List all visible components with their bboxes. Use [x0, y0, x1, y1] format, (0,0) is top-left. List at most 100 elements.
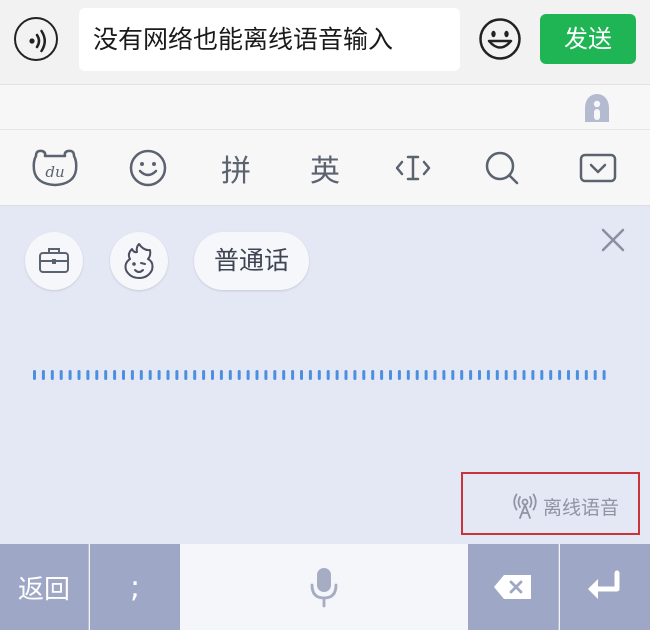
offline-voice-label: 离线语音: [543, 496, 620, 519]
wave-bar: [460, 370, 464, 380]
wave-bar: [353, 370, 357, 380]
wave-bar: [397, 370, 401, 380]
candidate-strip: [0, 85, 650, 130]
voice-record-key[interactable]: [180, 544, 468, 630]
offline-voice-badge: 离线语音: [513, 492, 619, 520]
wave-bar: [41, 370, 45, 380]
wave-bar: [531, 370, 535, 380]
close-voice-button[interactable]: [597, 224, 629, 256]
ime-toolbar: du 拼 英: [0, 130, 650, 206]
wave-bar: [59, 370, 63, 380]
delete-key[interactable]: [468, 544, 559, 630]
pinyin-mode-button[interactable]: 拼: [206, 130, 266, 205]
wave-bar: [495, 370, 499, 380]
punctuation-key[interactable]: ;: [90, 544, 180, 630]
wave-bar: [175, 370, 179, 380]
enter-key[interactable]: [560, 544, 650, 630]
voice-waveform: [33, 370, 606, 380]
wave-bar: [335, 370, 339, 380]
svg-text:du: du: [45, 163, 64, 181]
wave-bar: [219, 370, 223, 380]
voice-wave-icon: [29, 29, 46, 53]
wave-bar: [237, 370, 241, 380]
wave-bar: [228, 370, 232, 380]
wave-bar: [246, 370, 250, 380]
chat-input-bar: 没有网络也能离线语音输入 发送: [0, 0, 650, 85]
microphone-icon: [310, 568, 338, 608]
wave-bar: [273, 370, 277, 380]
cursor-move-button[interactable]: [383, 130, 443, 205]
wave-bar: [300, 370, 303, 380]
signal-tower-icon: [513, 493, 537, 519]
wave-bar: [442, 370, 446, 380]
wave-bar: [513, 370, 517, 380]
wave-bar: [255, 370, 259, 380]
hide-keyboard-button[interactable]: [568, 130, 628, 205]
wave-bar: [166, 370, 170, 380]
wave-bar: [130, 370, 134, 380]
cursor-move-icon: [395, 155, 431, 180]
wave-bar: [575, 370, 579, 380]
wave-bar: [86, 370, 90, 380]
voice-avatar-button[interactable]: [110, 232, 168, 290]
wave-bar: [202, 370, 206, 380]
wave-bar: [291, 370, 295, 380]
wave-bar: [95, 370, 99, 380]
emoji-button[interactable]: [478, 17, 522, 61]
wave-bar: [451, 370, 455, 380]
search-button[interactable]: [472, 130, 532, 205]
back-key[interactable]: 返回: [0, 544, 89, 630]
wave-bar: [362, 370, 366, 380]
enter-arrow-icon: [588, 570, 620, 599]
wave-bar: [389, 370, 392, 380]
wave-bar: [308, 370, 312, 380]
wave-bar: [380, 370, 384, 380]
search-icon: [485, 151, 519, 184]
wave-bar: [33, 370, 36, 380]
wave-bar: [415, 370, 419, 380]
wave-bar: [122, 370, 125, 380]
collapse-keyboard-icon: [579, 153, 617, 182]
wave-bar: [77, 370, 81, 380]
bottom-key-row: 返回 ;: [0, 544, 650, 630]
flame-character-icon: [124, 243, 154, 279]
close-icon: [601, 228, 625, 252]
wave-bar: [184, 370, 188, 380]
send-button[interactable]: 发送: [540, 14, 636, 64]
emoji-panel-button[interactable]: [118, 130, 178, 205]
wave-bar: [433, 370, 437, 380]
wave-bar: [549, 370, 553, 380]
du-logo-button[interactable]: du: [25, 130, 85, 205]
briefcase-icon: [39, 248, 69, 273]
wave-bar: [193, 370, 197, 380]
wave-bar: [593, 370, 597, 380]
wave-bar: [68, 370, 72, 380]
emoji-icon: [129, 149, 167, 186]
wave-bar: [326, 370, 330, 380]
du-logo-icon: du: [32, 149, 78, 186]
wave-bar: [602, 370, 606, 380]
wave-bar: [424, 370, 428, 380]
language-selector[interactable]: 普通话: [194, 232, 309, 290]
wave-bar: [264, 370, 268, 380]
toolbox-button[interactable]: [25, 232, 83, 290]
wave-bar: [567, 370, 570, 380]
wave-bar: [104, 370, 108, 380]
wave-bar: [478, 370, 481, 380]
voice-input-toggle[interactable]: [14, 17, 58, 61]
wave-bar: [148, 370, 152, 380]
voice-input-panel: 普通话 离线语音: [0, 206, 650, 544]
wave-bar: [486, 370, 490, 380]
backspace-icon: [494, 575, 531, 599]
wave-bar: [139, 370, 143, 380]
wave-bar: [344, 370, 348, 380]
wave-bar: [211, 370, 214, 380]
wave-bar: [522, 370, 526, 380]
mic-badge-icon[interactable]: [580, 91, 614, 125]
wave-bar: [504, 370, 508, 380]
wave-bar: [282, 370, 286, 380]
wave-bar: [540, 370, 544, 380]
english-mode-button[interactable]: 英: [295, 130, 355, 205]
message-input[interactable]: 没有网络也能离线语音输入: [79, 8, 460, 71]
wave-bar: [317, 370, 321, 380]
